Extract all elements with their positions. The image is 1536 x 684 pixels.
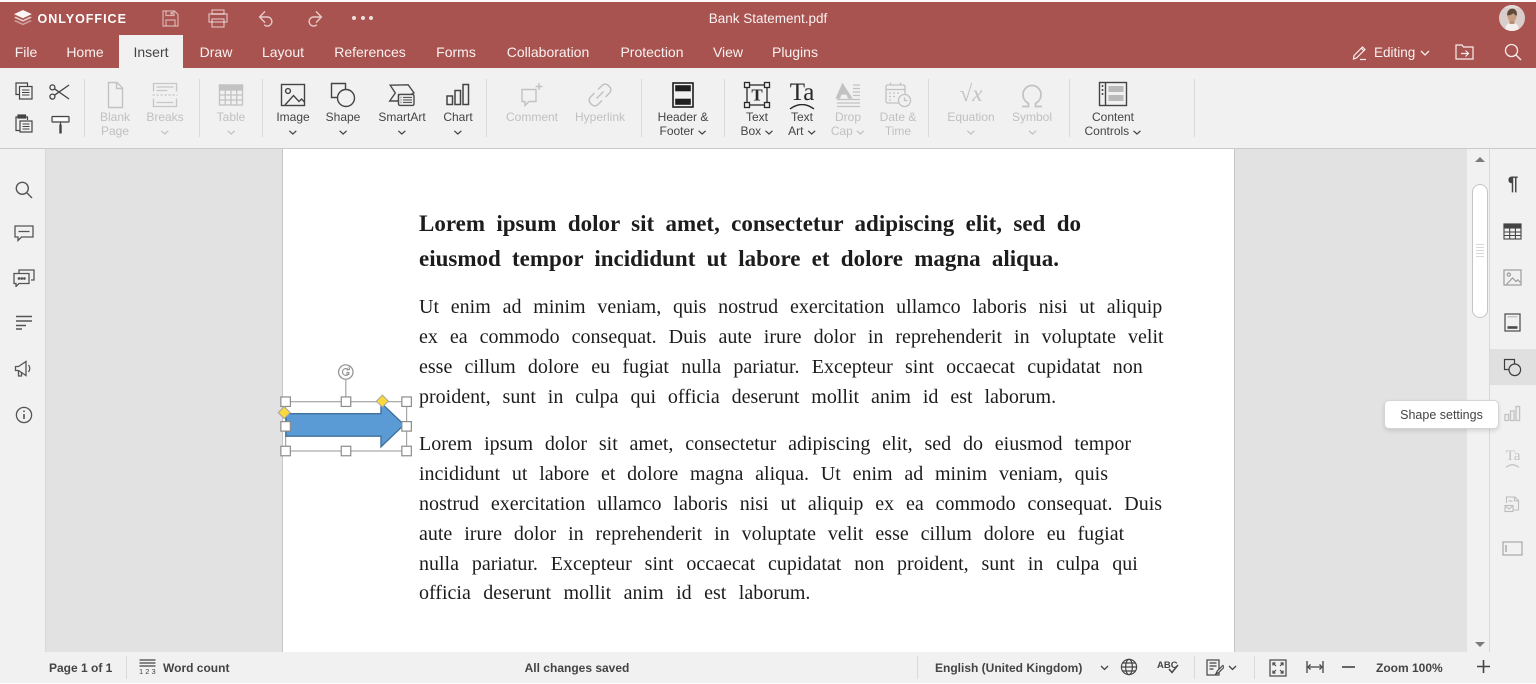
svg-text:1 2 3: 1 2 3 (139, 667, 156, 675)
svg-text:T: T (751, 86, 763, 105)
